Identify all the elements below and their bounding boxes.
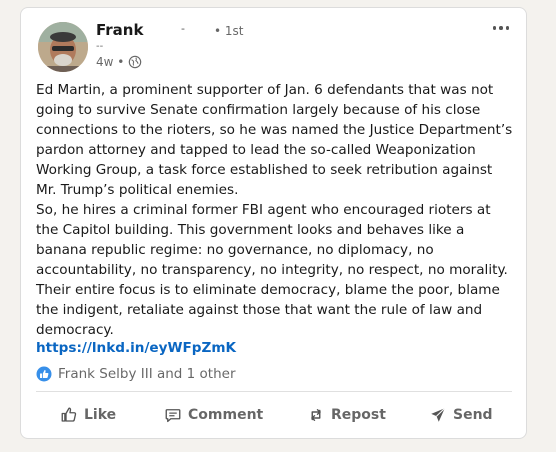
comment-icon [165, 409, 181, 423]
post-meta: 4w • [96, 55, 142, 69]
thumbs-up-icon [61, 407, 77, 422]
more-icon-dot [505, 26, 510, 30]
repost-icon [311, 409, 321, 421]
like-label: Like [84, 407, 117, 423]
post-paragraph: Ed Martin, a prominent supporter of Jan.… [36, 82, 513, 198]
reactions-summary[interactable]: Frank Selby III and 1 other [36, 366, 236, 382]
post-paragraph: So, he hires a criminal former FBI agent… [36, 202, 508, 338]
comment-button[interactable]: Comment [164, 395, 263, 435]
reactions-text: Frank Selby III and 1 other [58, 366, 236, 382]
comment-label: Comment [188, 407, 264, 423]
like-button[interactable]: Like [60, 395, 116, 435]
more-options-button[interactable] [491, 18, 511, 38]
like-reaction-icon [36, 366, 52, 382]
send-icon [431, 407, 446, 422]
more-icon-dot [492, 26, 497, 30]
post-link[interactable]: https://lnkd.in/eyWFpZmK [36, 340, 236, 356]
author-headline: -- [96, 41, 104, 52]
globe-icon [129, 55, 142, 69]
author-name[interactable]: Frank [96, 21, 143, 39]
send-label: Send [453, 407, 493, 423]
author-avatar[interactable] [38, 22, 88, 72]
degree-separator: - [181, 22, 185, 35]
more-icon-dot [499, 26, 503, 30]
post-body: Ed Martin, a prominent supporter of Jan.… [36, 80, 516, 340]
social-actions-bar: Like Comment Repost Send [21, 395, 528, 437]
post-time: 4w • [96, 55, 125, 69]
actions-divider [36, 391, 512, 392]
repost-label: Repost [331, 407, 386, 423]
repost-button[interactable]: Repost [307, 395, 386, 435]
post-card: Frank - • 1st -- 4w • Ed Martin, a promi… [20, 7, 527, 439]
connection-degree: • 1st [214, 24, 244, 38]
avatar-photo [38, 22, 88, 72]
send-button[interactable]: Send [429, 395, 493, 435]
